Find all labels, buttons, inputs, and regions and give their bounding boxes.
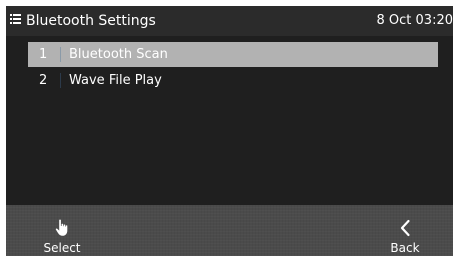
title-bar: Bluetooth Settings 8 Oct 03:20 bbox=[6, 6, 453, 36]
menu-item-label: Wave File Play bbox=[69, 73, 162, 88]
menu-item-divider bbox=[60, 47, 61, 62]
menu-item-bluetooth-scan[interactable]: 1 Bluetooth Scan bbox=[28, 42, 438, 67]
softkey-bar: Select Back bbox=[6, 205, 453, 256]
menu-item-label: Bluetooth Scan bbox=[69, 47, 168, 62]
menu-item-divider bbox=[60, 73, 61, 88]
phone-screen: Bluetooth Settings 8 Oct 03:20 1 Bluetoo… bbox=[6, 6, 453, 256]
chevron-left-icon bbox=[400, 219, 410, 237]
menu-icon bbox=[10, 14, 21, 26]
back-softkey-label: Back bbox=[390, 241, 420, 255]
back-softkey[interactable]: Back bbox=[380, 205, 430, 256]
menu-item-wave-file-play[interactable]: 2 Wave File Play bbox=[28, 68, 438, 93]
settings-menu-list: 1 Bluetooth Scan 2 Wave File Play bbox=[28, 42, 438, 94]
page-title: Bluetooth Settings bbox=[26, 13, 156, 29]
select-softkey[interactable]: Select bbox=[36, 205, 88, 256]
date-time: 8 Oct 03:20 bbox=[376, 13, 453, 28]
menu-item-number: 1 bbox=[39, 47, 48, 62]
hand-pointer-icon bbox=[55, 219, 68, 236]
menu-item-number: 2 bbox=[39, 73, 48, 88]
select-softkey-label: Select bbox=[43, 241, 81, 255]
